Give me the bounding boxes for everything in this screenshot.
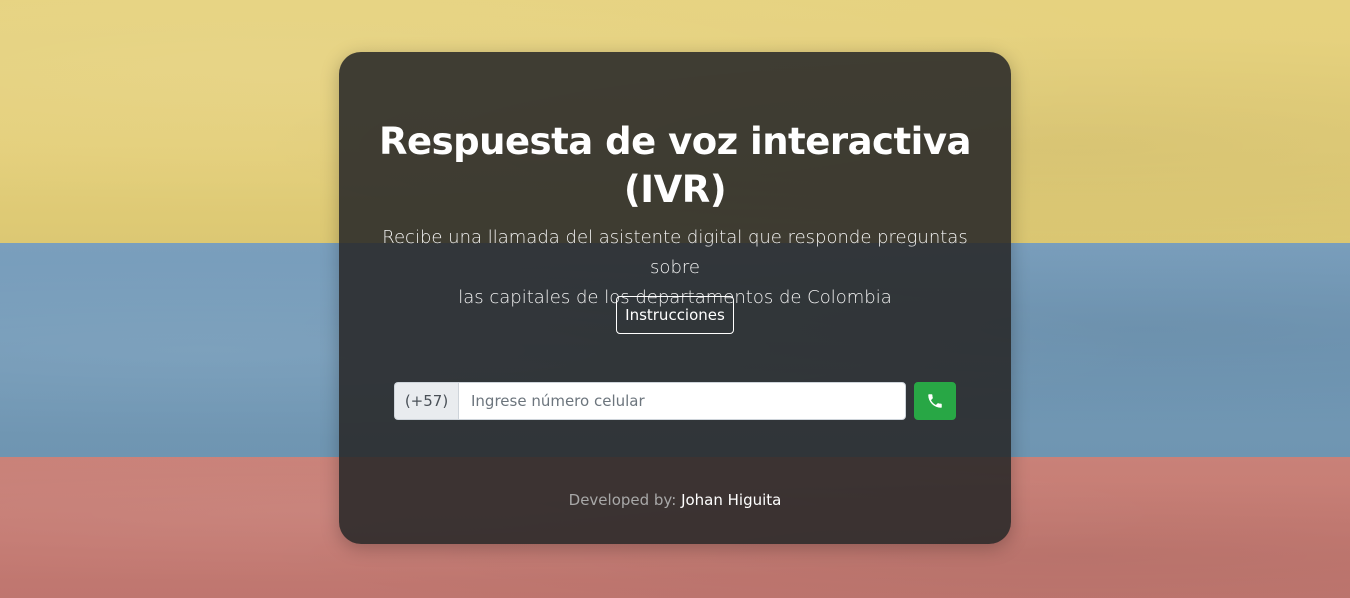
footer-label: Developed by:: [568, 491, 677, 509]
page-title-line-2: (IVR): [623, 168, 727, 211]
footer-credit: Developed by: Johan Higuita: [339, 489, 1011, 511]
phone-input-group: (+57): [394, 382, 906, 420]
call-button[interactable]: [914, 382, 956, 420]
phone-icon: [926, 392, 944, 410]
country-code-prefix: (+57): [394, 382, 458, 420]
page-title-line-1: Respuesta de voz interactiva: [379, 120, 971, 163]
page-title: Respuesta de voz interactiva (IVR): [339, 118, 1011, 214]
footer-author: Johan Higuita: [681, 491, 782, 509]
instructions-button[interactable]: Instrucciones: [616, 296, 734, 334]
page-subtitle-line-1: Recibe una llamada del asistente digital…: [382, 227, 968, 278]
ivr-card: Respuesta de voz interactiva (IVR) Recib…: [339, 52, 1011, 544]
phone-number-input[interactable]: [458, 382, 906, 420]
